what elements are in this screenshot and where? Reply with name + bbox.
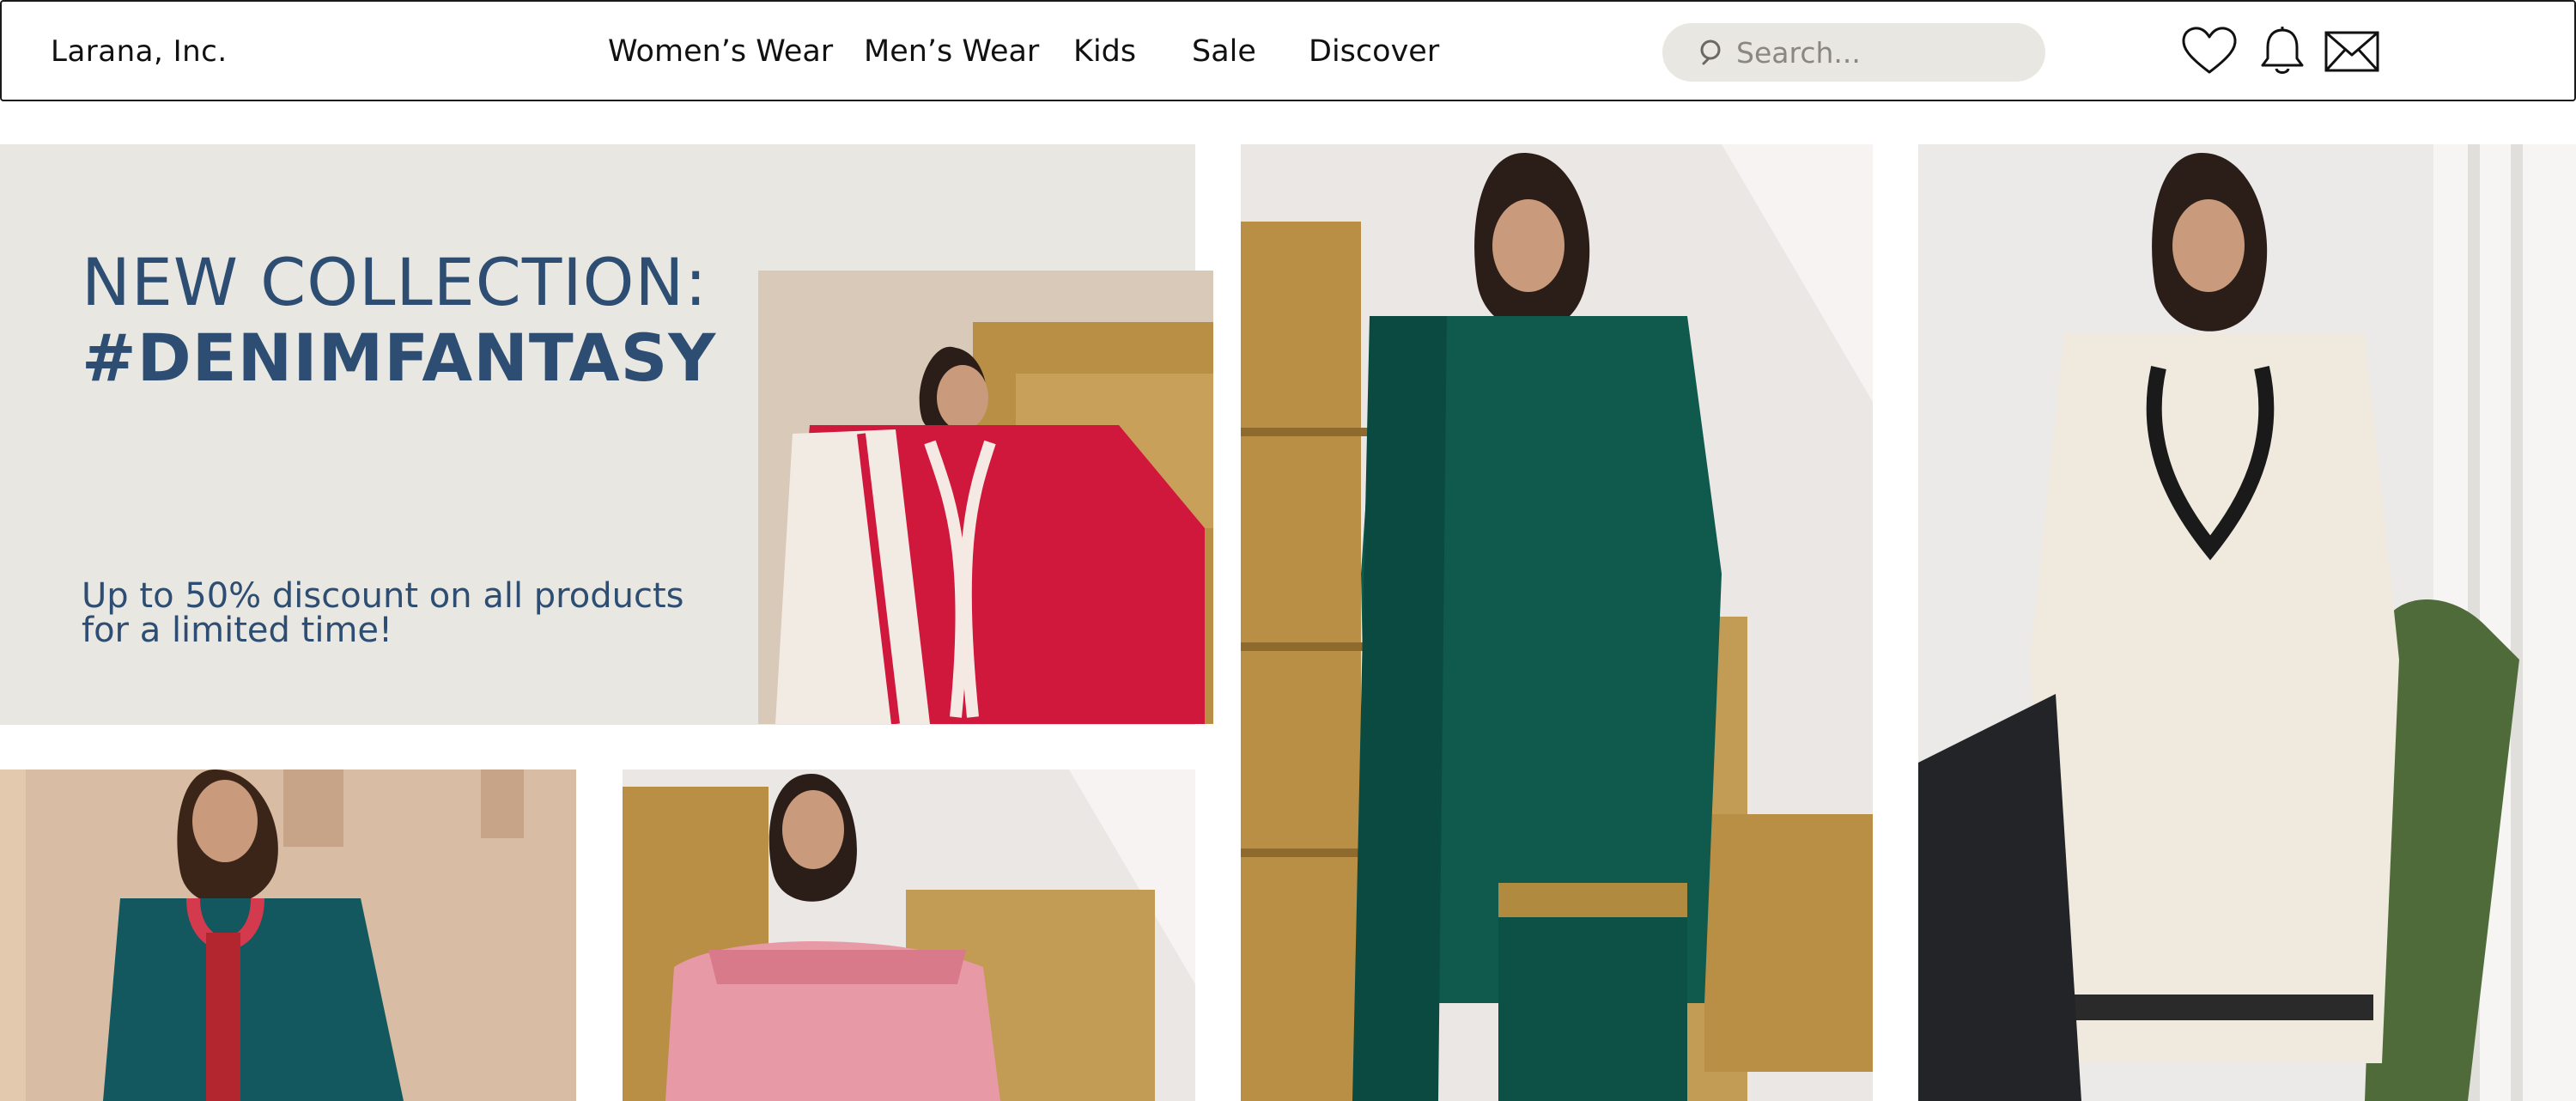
search-box[interactable]: [1662, 23, 2045, 82]
product-pink-image: [623, 769, 1195, 1101]
product-red-image: [758, 271, 1213, 724]
nav-mens-wear[interactable]: Men’s Wear: [864, 34, 1039, 69]
heart-icon[interactable]: [2180, 26, 2239, 77]
product-ivory-embroidered-tile[interactable]: [1918, 144, 2576, 1101]
nav-womens-wear[interactable]: Women’s Wear: [608, 34, 833, 69]
product-ivory-image: [1918, 144, 2576, 1101]
bell-icon[interactable]: [2253, 26, 2312, 77]
banner-subtitle: Up to 50% discount on all products for a…: [82, 576, 684, 650]
banner-title-line2: #DENIMFANTASY: [82, 319, 717, 396]
top-navbar: Larana, Inc. Women’s Wear Men’s Wear Kid…: [0, 0, 2576, 101]
mail-icon[interactable]: [2323, 26, 2381, 77]
product-green-kurta-tile[interactable]: [1241, 144, 1873, 1101]
product-teal-kurta-tile[interactable]: [0, 769, 576, 1101]
product-pink-suit-tile[interactable]: [623, 769, 1195, 1101]
product-red-embroidered-tile[interactable]: [758, 271, 1213, 724]
nav-discover[interactable]: Discover: [1309, 34, 1439, 69]
nav-kids[interactable]: Kids: [1073, 34, 1136, 69]
brand-logo[interactable]: Larana, Inc.: [51, 34, 228, 69]
product-teal-image: [0, 769, 576, 1101]
search-input[interactable]: [1736, 32, 2020, 73]
search-icon[interactable]: [1697, 37, 1728, 68]
product-green-image: [1241, 144, 1873, 1101]
nav-sale[interactable]: Sale: [1192, 34, 1256, 69]
banner-title-line1: NEW COLLECTION:: [82, 244, 708, 320]
